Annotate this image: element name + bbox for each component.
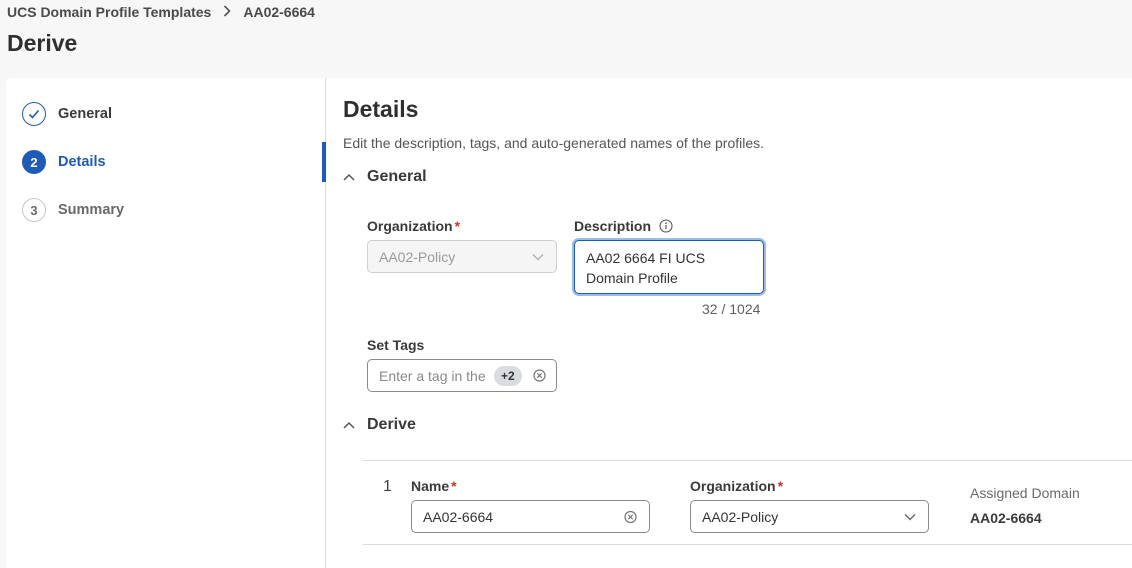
chevron-down-icon xyxy=(904,513,916,521)
organization-label: Organization * xyxy=(367,218,461,234)
profile-name-value: AA02-6664 xyxy=(423,508,494,525)
description-textarea[interactable]: AA02 6664 FI UCS Domain Profile xyxy=(574,240,764,294)
active-step-indicator xyxy=(322,142,326,182)
section-title: Derive xyxy=(367,416,416,433)
required-asterisk: * xyxy=(777,478,784,494)
wizard-step-label: Details xyxy=(58,154,106,170)
required-asterisk: * xyxy=(451,478,457,494)
organization-select: AA02-Policy xyxy=(367,240,557,273)
info-icon[interactable] xyxy=(659,219,673,233)
chevron-right-icon xyxy=(223,4,231,20)
wizard-step-summary[interactable]: 3 Summary xyxy=(22,198,124,222)
breadcrumb: UCS Domain Profile Templates AA02-6664 xyxy=(7,4,315,20)
chevron-down-icon xyxy=(532,253,544,261)
derive-row-index: 1 xyxy=(383,478,392,495)
wizard-steps: General 2 Details 3 Summary xyxy=(6,78,326,568)
tags-placeholder: Enter a tag in the xyxy=(379,367,486,384)
breadcrumb-current: AA02-6664 xyxy=(243,4,315,20)
page-title: Derive xyxy=(7,30,78,56)
breadcrumb-parent-link[interactable]: UCS Domain Profile Templates xyxy=(7,4,211,20)
wizard-step-label: Summary xyxy=(58,202,125,218)
details-title: Details xyxy=(343,96,419,122)
derive-organization-value: AA02-Policy xyxy=(702,508,779,525)
required-asterisk: * xyxy=(454,218,461,234)
wizard-step-general[interactable]: General xyxy=(22,102,112,126)
clear-tags-icon[interactable] xyxy=(533,369,546,382)
description-label: Description xyxy=(574,218,673,234)
general-section-toggle[interactable]: General xyxy=(343,168,427,186)
set-tags-label: Set Tags xyxy=(367,337,425,353)
details-subtitle: Edit the description, tags, and auto-gen… xyxy=(343,135,765,151)
tags-overflow-badge[interactable]: +2 xyxy=(494,366,522,386)
wizard-step-details[interactable]: 2 Details xyxy=(22,150,106,174)
description-char-counter: 32 / 1024 xyxy=(702,301,761,317)
assigned-domain-value: AA02-6664 xyxy=(970,510,1042,526)
chevron-up-icon xyxy=(343,173,357,181)
wizard-step-label: General xyxy=(58,106,112,122)
chevron-up-icon xyxy=(343,421,357,429)
assigned-domain-label: Assigned Domain xyxy=(970,485,1080,501)
derive-row-top-divider xyxy=(363,460,1132,461)
profile-name-input[interactable]: AA02-6664 xyxy=(411,500,650,533)
derive-organization-select[interactable]: AA02-Policy xyxy=(690,500,929,533)
details-panel: Details Edit the description, tags, and … xyxy=(327,78,1132,568)
derive-organization-label: Organization * xyxy=(690,478,784,494)
page-header: UCS Domain Profile Templates AA02-6664 D… xyxy=(0,0,1132,78)
derive-row-bottom-divider xyxy=(363,544,1132,545)
name-label: Name * xyxy=(411,478,457,494)
step-number-badge: 3 xyxy=(22,198,46,222)
check-circle-icon xyxy=(22,102,46,126)
clear-input-icon[interactable] xyxy=(624,510,637,523)
section-title: General xyxy=(367,168,427,185)
derive-section-toggle[interactable]: Derive xyxy=(343,416,416,434)
step-number-badge: 2 xyxy=(22,150,46,174)
organization-value: AA02-Policy xyxy=(379,248,456,265)
tags-input[interactable]: Enter a tag in the xyxy=(367,359,557,392)
